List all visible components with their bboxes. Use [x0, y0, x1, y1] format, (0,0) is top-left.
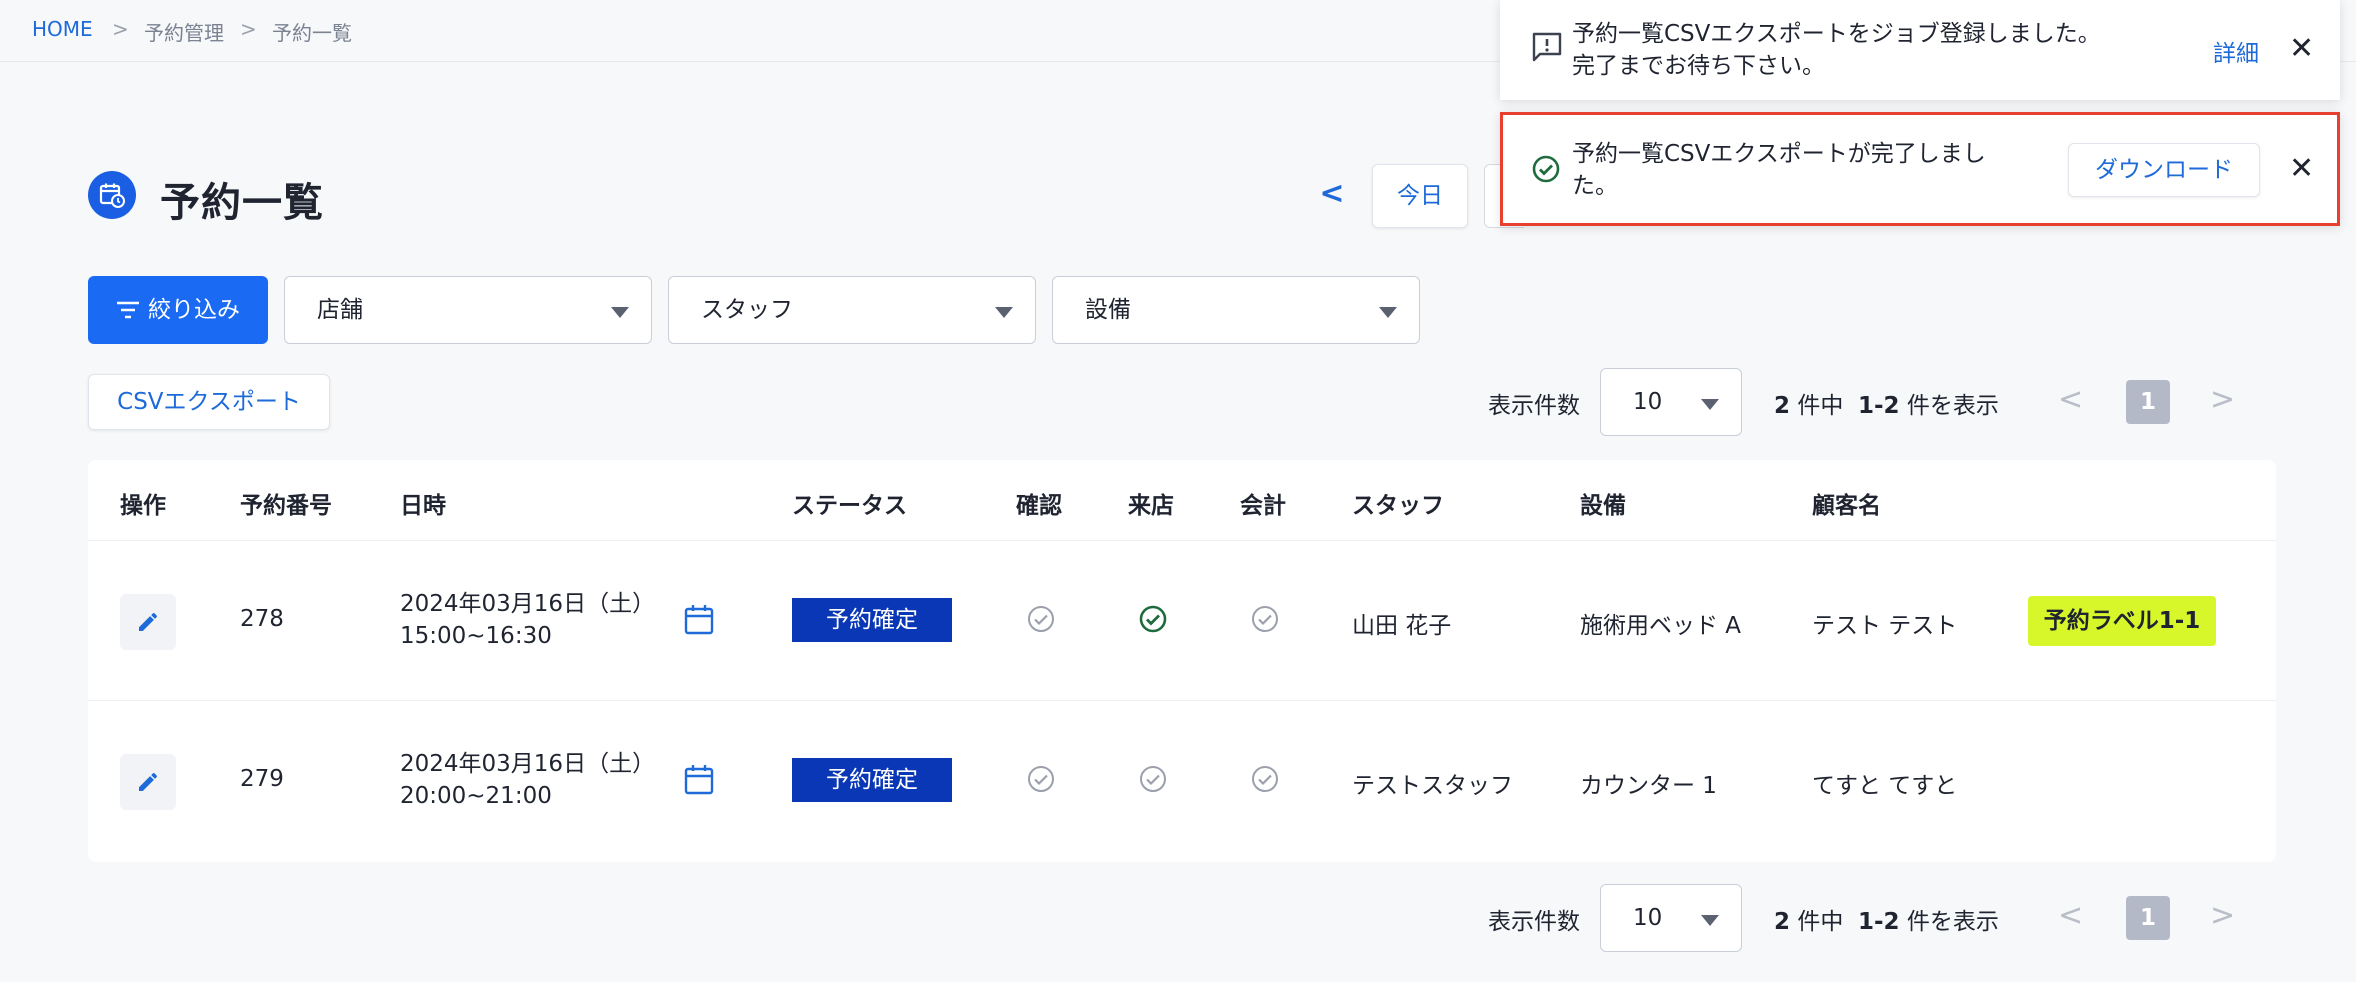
caret-down-icon: [611, 307, 629, 318]
staff-select-value: スタッフ: [701, 297, 793, 323]
per-page-value: 10: [1633, 389, 1663, 415]
result-count: 2 件中 1-2 件を表示: [1774, 909, 1999, 935]
check-circle-icon: [1532, 155, 1560, 183]
download-button[interactable]: ダウンロード: [2068, 143, 2260, 197]
reservation-datetime: 2024年03月16日（土） 15:00~16:30: [400, 591, 656, 649]
check-circle-active-icon[interactable]: [1138, 604, 1168, 634]
page-number-button[interactable]: 1: [2126, 380, 2170, 424]
chevron-left-icon[interactable]: <: [2058, 898, 2083, 933]
per-page-value: 10: [1633, 905, 1663, 931]
toast-message: 予約一覧CSVエクスポートをジョブ登録しました。 完了までお待ち下さい。: [1572, 21, 2101, 79]
per-page-label: 表示件数: [1488, 393, 1580, 419]
reservation-table: 操作 予約番号 日時 ステータス 確認 来店 会計 スタッフ 設備 顧客名 27…: [88, 460, 2276, 862]
csv-export-button[interactable]: CSVエクスポート: [88, 374, 330, 430]
calendar-clock-icon: [88, 171, 136, 219]
column-header-number: 予約番号: [240, 493, 332, 519]
breadcrumb-current: 予約一覧: [272, 21, 352, 45]
check-circle-icon[interactable]: [1250, 764, 1280, 794]
column-header-payment: 会計: [1240, 493, 1286, 519]
per-page-select[interactable]: 10: [1600, 368, 1742, 436]
close-icon[interactable]: ✕: [2289, 34, 2314, 64]
filter-button[interactable]: 絞り込み: [88, 276, 268, 344]
reservation-datetime: 2024年03月16日（土） 20:00~21:00: [400, 751, 656, 809]
equipment-select-value: 設備: [1085, 297, 1131, 323]
filter-button-label: 絞り込み: [148, 297, 240, 323]
customer-name[interactable]: てすと てすと: [1812, 766, 1957, 800]
chevron-left-icon[interactable]: <: [2058, 382, 2083, 417]
close-icon[interactable]: ✕: [2289, 154, 2314, 184]
pencil-icon: [139, 613, 157, 631]
reservation-number: 278: [240, 606, 284, 632]
column-header-staff: スタッフ: [1352, 493, 1444, 519]
toast-message: 予約一覧CSVエクスポートが完了しまし た。: [1572, 141, 1986, 199]
equipment-name: 施術用ベッド A: [1580, 613, 1742, 639]
calendar-icon[interactable]: [684, 604, 714, 636]
reservation-label-tag: 予約ラベル1-1: [2028, 596, 2216, 646]
pagination-top: 表示件数 10 2 件中 1-2 件を表示 < 1 >: [1488, 368, 2248, 436]
check-circle-icon[interactable]: [1026, 764, 1056, 794]
staff-select[interactable]: スタッフ: [668, 276, 1036, 344]
chevron-right-icon[interactable]: >: [2210, 898, 2235, 933]
caret-down-icon: [1379, 307, 1397, 318]
column-header-datetime: 日時: [400, 493, 446, 519]
info-message-icon: [1532, 32, 1562, 62]
page-title: 予約一覧: [160, 180, 324, 226]
breadcrumb-separator: >: [112, 17, 129, 41]
toast-export-complete: 予約一覧CSVエクスポートが完了しまし た。 ダウンロード ✕: [1500, 112, 2340, 226]
table-row: 278 2024年03月16日（土） 15:00~16:30 予約確定 山田 花子…: [88, 540, 2276, 700]
column-header-confirm: 確認: [1016, 493, 1062, 519]
column-header-action: 操作: [120, 493, 166, 519]
per-page-label: 表示件数: [1488, 909, 1580, 935]
breadcrumb-home-link[interactable]: HOME: [32, 17, 93, 41]
customer-name[interactable]: テスト テスト: [1812, 606, 1957, 640]
filter-icon: [117, 301, 139, 319]
toast-job-registered: 予約一覧CSVエクスポートをジョブ登録しました。 完了までお待ち下さい。 詳細 ✕: [1500, 0, 2340, 100]
column-header-status: ステータス: [792, 493, 907, 519]
caret-down-icon: [1701, 399, 1719, 410]
edit-button[interactable]: [120, 594, 176, 650]
breadcrumb-separator: >: [240, 17, 257, 41]
toast-details-link[interactable]: 詳細: [2213, 34, 2259, 68]
check-circle-icon[interactable]: [1250, 604, 1280, 634]
column-header-visit: 来店: [1128, 493, 1174, 519]
page-number-button[interactable]: 1: [2126, 896, 2170, 940]
status-badge: 予約確定: [792, 598, 952, 642]
staff-name: 山田 花子: [1352, 613, 1452, 639]
caret-down-icon: [995, 307, 1013, 318]
result-count: 2 件中 1-2 件を表示: [1774, 393, 1999, 419]
check-circle-icon[interactable]: [1026, 604, 1056, 634]
staff-name: テストスタッフ: [1352, 773, 1513, 799]
store-select[interactable]: 店舗: [284, 276, 652, 344]
column-header-equipment: 設備: [1580, 493, 1626, 519]
equipment-select[interactable]: 設備: [1052, 276, 1420, 344]
pagination-bottom: 表示件数 10 2 件中 1-2 件を表示 < 1 >: [1488, 884, 2248, 952]
edit-button[interactable]: [120, 754, 176, 810]
today-button[interactable]: 今日: [1372, 164, 1468, 228]
date-prev-button[interactable]: <: [1318, 176, 1346, 212]
caret-down-icon: [1701, 915, 1719, 926]
table-row: 279 2024年03月16日（土） 20:00~21:00 予約確定 テストスタ…: [88, 700, 2276, 860]
breadcrumb-reservation-management-link[interactable]: 予約管理: [144, 17, 224, 46]
pencil-icon: [139, 773, 157, 791]
chevron-right-icon[interactable]: >: [2210, 382, 2235, 417]
equipment-name: カウンター 1: [1580, 773, 1717, 799]
status-badge: 予約確定: [792, 758, 952, 802]
check-circle-icon[interactable]: [1138, 764, 1168, 794]
per-page-select[interactable]: 10: [1600, 884, 1742, 952]
calendar-icon[interactable]: [684, 764, 714, 796]
column-header-customer: 顧客名: [1812, 493, 1881, 519]
store-select-value: 店舗: [317, 297, 363, 323]
reservation-number: 279: [240, 766, 284, 792]
